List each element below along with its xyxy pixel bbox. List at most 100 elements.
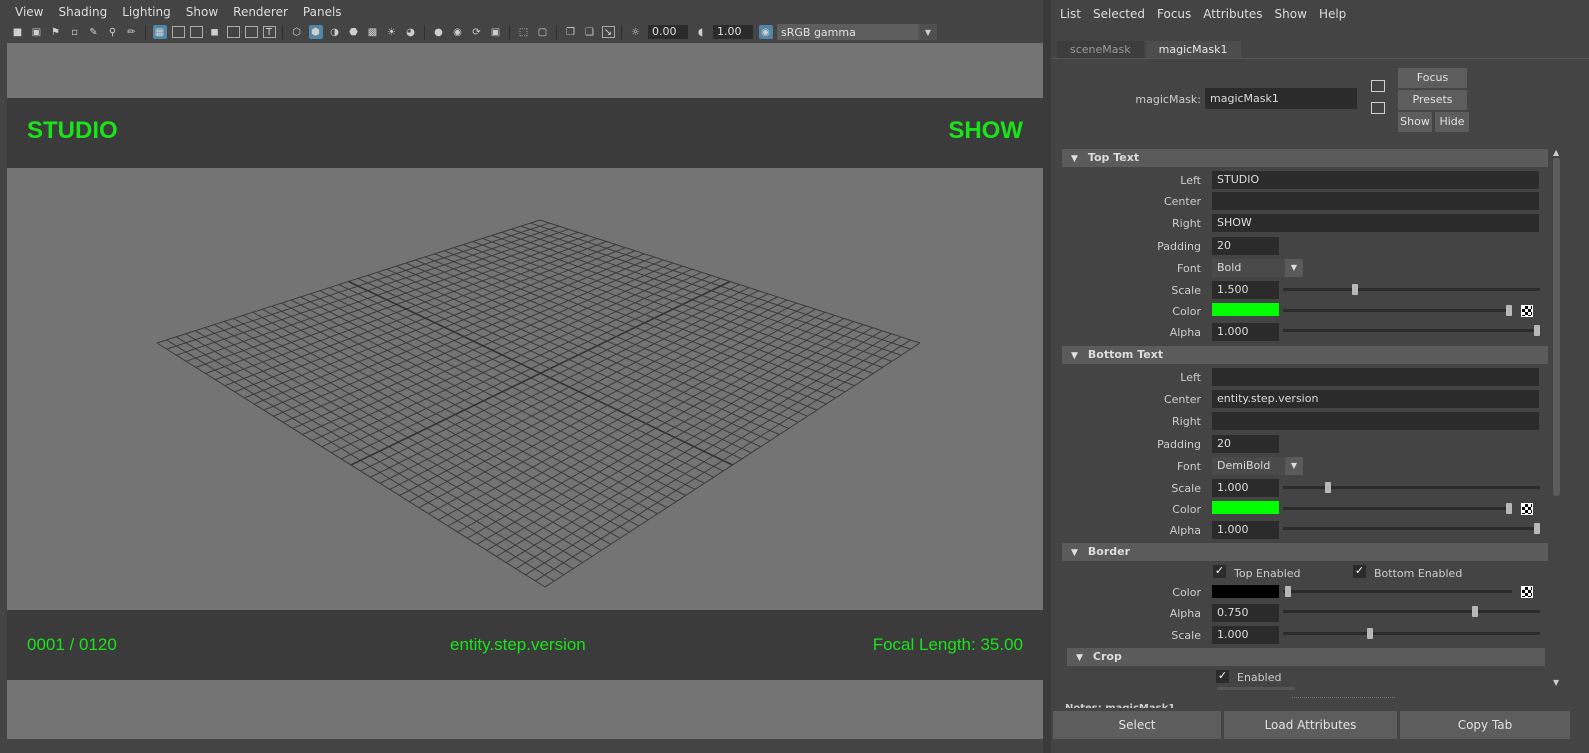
slider-handle[interactable] bbox=[1534, 523, 1540, 534]
presets-button[interactable]: Presets bbox=[1398, 90, 1467, 110]
gate-mask-icon[interactable]: ◼ bbox=[208, 25, 222, 39]
viewport-3d[interactable]: STUDIO SHOW 0001 / 0120 entity.step.vers… bbox=[7, 43, 1043, 739]
section-crop[interactable]: ▼ Crop bbox=[1067, 648, 1545, 666]
isolate-select-icon[interactable]: ⬚ bbox=[517, 25, 531, 39]
bottom-scale-slider[interactable] bbox=[1283, 486, 1540, 489]
node-name-field[interactable]: magicMask1 bbox=[1205, 88, 1357, 109]
section-border[interactable]: ▼ Border bbox=[1062, 543, 1548, 561]
wireframe-on-shaded-icon[interactable]: ⬣ bbox=[347, 25, 361, 39]
color-management-dropdown[interactable]: sRGB gamma ▼ bbox=[777, 24, 937, 40]
slider-handle[interactable] bbox=[1506, 305, 1512, 316]
smooth-shade-icon[interactable]: ⬢ bbox=[308, 25, 323, 39]
slider-handle[interactable] bbox=[1534, 325, 1540, 336]
bottom-font-dropdown[interactable]: DemiBold bbox=[1212, 457, 1285, 475]
bottom-left-field[interactable] bbox=[1212, 368, 1539, 386]
depth-of-field-icon[interactable]: ▣ bbox=[489, 25, 503, 39]
scroll-down-icon[interactable]: ▼ bbox=[1553, 678, 1559, 687]
top-scale-slider[interactable] bbox=[1283, 288, 1540, 291]
chevron-down-icon[interactable]: ▼ bbox=[1285, 259, 1303, 277]
bottom-enabled-checkbox[interactable]: ✓ bbox=[1353, 565, 1366, 578]
field-chart-icon[interactable] bbox=[226, 26, 240, 38]
safe-title-icon[interactable]: T bbox=[262, 26, 276, 38]
map-texture-icon[interactable] bbox=[1521, 305, 1533, 317]
slider-handle[interactable] bbox=[1352, 284, 1358, 295]
wireframe-icon[interactable]: ⬡ bbox=[290, 25, 304, 39]
film-gate-icon[interactable] bbox=[171, 26, 185, 38]
zoom-extents-icon[interactable]: ↘ bbox=[601, 26, 615, 38]
menu-show[interactable]: Show bbox=[1275, 7, 1307, 21]
menu-lighting[interactable]: Lighting bbox=[107, 5, 171, 19]
gamma-field[interactable]: 1.00 bbox=[713, 25, 753, 39]
show-button[interactable]: Show bbox=[1398, 112, 1432, 132]
image-plane-icon[interactable]: ✎ bbox=[87, 25, 101, 39]
section-bottom-text[interactable]: ▼ Bottom Text bbox=[1062, 346, 1548, 364]
border-color-slider[interactable] bbox=[1283, 590, 1512, 593]
bottom-color-swatch[interactable] bbox=[1212, 501, 1279, 514]
scroll-up-icon[interactable]: ▲ bbox=[1553, 148, 1559, 157]
xray-active-components-icon[interactable]: ❏ bbox=[583, 25, 597, 39]
map-texture-icon[interactable] bbox=[1521, 503, 1533, 515]
ae-scrollbar[interactable]: ▲ ▼ bbox=[1552, 148, 1562, 688]
exposure-icon[interactable]: ☼ bbox=[629, 25, 643, 39]
border-alpha-slider[interactable] bbox=[1283, 610, 1540, 613]
top-center-field[interactable] bbox=[1212, 192, 1539, 210]
map-texture-icon[interactable] bbox=[1521, 586, 1533, 598]
slider-handle[interactable] bbox=[1367, 628, 1373, 639]
border-color-swatch[interactable] bbox=[1212, 585, 1279, 598]
slider-handle[interactable] bbox=[1325, 482, 1331, 493]
top-enabled-checkbox[interactable]: ✓ bbox=[1213, 565, 1226, 578]
panel-splitter[interactable] bbox=[1043, 0, 1051, 753]
gamma-icon[interactable]: ◖ bbox=[694, 25, 708, 39]
menu-help[interactable]: Help bbox=[1319, 7, 1346, 21]
bottom-center-field[interactable]: entity.step.version bbox=[1212, 390, 1539, 408]
bottom-alpha-slider[interactable] bbox=[1283, 527, 1540, 530]
border-scale-slider[interactable] bbox=[1283, 632, 1540, 635]
section-top-text[interactable]: ▼ Top Text bbox=[1062, 149, 1548, 167]
bottom-padding-field[interactable]: 20 bbox=[1212, 435, 1279, 453]
multisample-aa-icon[interactable]: ⟳ bbox=[470, 25, 484, 39]
xray-joints-icon[interactable]: ❐ bbox=[564, 25, 578, 39]
bottom-alpha-field[interactable]: 1.000 bbox=[1212, 521, 1279, 539]
top-color-slider[interactable] bbox=[1283, 309, 1512, 312]
copy-tab-button[interactable]: Copy Tab bbox=[1400, 711, 1570, 739]
exposure-field[interactable]: 0.00 bbox=[648, 25, 688, 39]
screen-space-ao-icon[interactable]: ● bbox=[432, 25, 446, 39]
menu-attributes[interactable]: Attributes bbox=[1203, 7, 1262, 21]
select-camera-icon[interactable]: ■ bbox=[11, 25, 25, 39]
top-alpha-slider[interactable] bbox=[1283, 329, 1540, 332]
focus-button[interactable]: Focus bbox=[1398, 68, 1467, 88]
crop-enabled-checkbox[interactable]: ✓ bbox=[1216, 670, 1229, 683]
textured-icon[interactable]: ▩ bbox=[366, 25, 380, 39]
bottom-scale-field[interactable]: 1.000 bbox=[1212, 479, 1279, 497]
top-alpha-field[interactable]: 1.000 bbox=[1212, 323, 1279, 341]
slider-handle[interactable] bbox=[1472, 606, 1478, 617]
use-all-lights-icon[interactable]: ☀ bbox=[385, 25, 399, 39]
border-scale-field[interactable]: 1.000 bbox=[1212, 626, 1279, 644]
top-color-swatch[interactable] bbox=[1212, 303, 1279, 316]
view-transform-icon[interactable]: ◉ bbox=[758, 25, 773, 39]
top-left-field[interactable]: STUDIO bbox=[1212, 171, 1539, 189]
motion-blur-icon[interactable]: ◉ bbox=[451, 25, 465, 39]
grease-pencil-icon[interactable]: ✏ bbox=[125, 25, 139, 39]
border-alpha-field[interactable]: 0.750 bbox=[1212, 604, 1279, 622]
resolution-gate-icon[interactable] bbox=[189, 26, 203, 38]
camera-bookmark-icon[interactable]: ▫ bbox=[68, 25, 82, 39]
menu-selected[interactable]: Selected bbox=[1093, 7, 1145, 21]
shadows-icon[interactable]: ◕ bbox=[404, 25, 418, 39]
input-connections-icon[interactable] bbox=[1371, 80, 1385, 92]
bookmark-icon[interactable]: ⚑ bbox=[49, 25, 63, 39]
camera-attributes-icon[interactable]: ▣ bbox=[30, 25, 44, 39]
menu-view[interactable]: View bbox=[0, 5, 43, 19]
top-scale-field[interactable]: 1.500 bbox=[1212, 281, 1279, 299]
use-default-material-icon[interactable]: ◑ bbox=[328, 25, 342, 39]
menu-list[interactable]: List bbox=[1060, 7, 1081, 21]
select-button[interactable]: Select bbox=[1053, 711, 1221, 739]
menu-show[interactable]: Show bbox=[171, 5, 218, 19]
slider-handle[interactable] bbox=[1506, 503, 1512, 514]
xray-icon[interactable]: ▢ bbox=[536, 25, 550, 39]
hide-button[interactable]: Hide bbox=[1435, 112, 1469, 132]
menu-renderer[interactable]: Renderer bbox=[218, 5, 288, 19]
tab-magicmask1[interactable]: magicMask1 bbox=[1145, 41, 1241, 58]
menu-focus[interactable]: Focus bbox=[1157, 7, 1191, 21]
scroll-thumb[interactable] bbox=[1553, 158, 1560, 496]
